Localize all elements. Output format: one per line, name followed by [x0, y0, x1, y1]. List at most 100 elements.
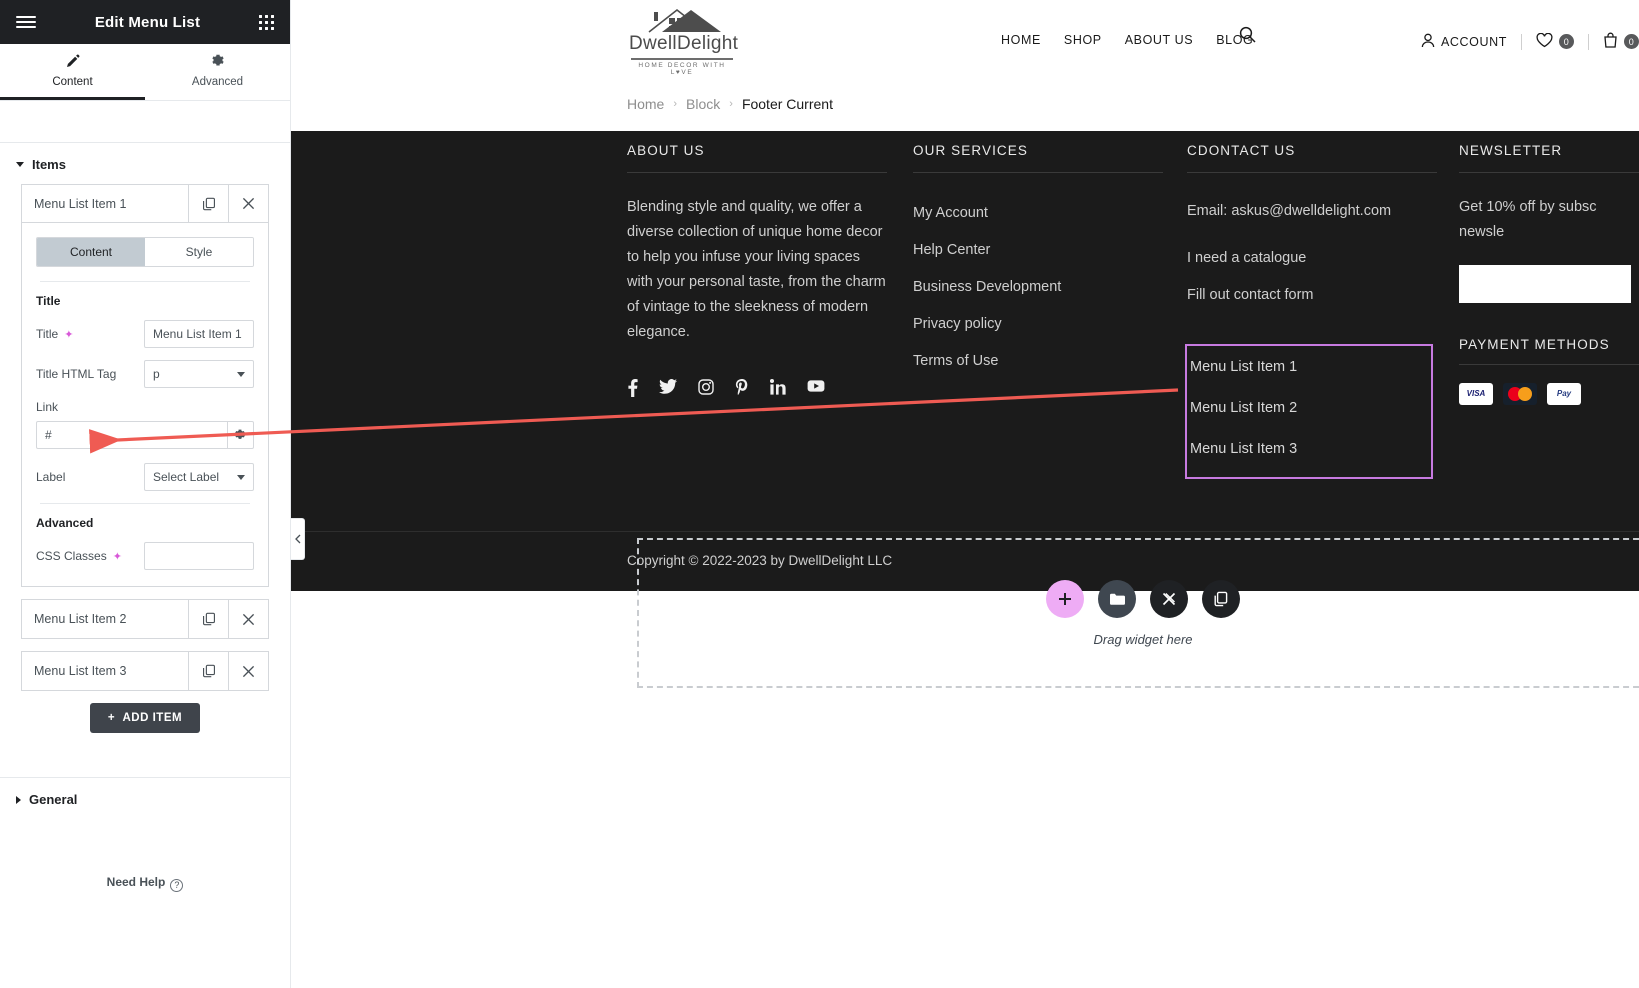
close-icon[interactable] [228, 185, 268, 222]
social-links [627, 378, 887, 397]
section-general-label: General [29, 792, 78, 807]
grid-apps-icon[interactable] [258, 14, 274, 30]
cart-button[interactable]: 0 [1603, 32, 1639, 51]
gear-icon [145, 54, 290, 70]
panel-collapse-handle[interactable] [291, 518, 305, 560]
section-items-label: Items [32, 157, 66, 172]
css-classes-input[interactable] [144, 542, 254, 570]
duplicate-icon[interactable] [188, 600, 228, 638]
link-input[interactable] [36, 421, 228, 449]
title-input[interactable] [144, 320, 254, 348]
footer-link-help-center[interactable]: Help Center [913, 242, 1163, 258]
html-tag-value: p [153, 367, 160, 381]
widget-dropzone[interactable]: Drag widget here [637, 538, 1639, 688]
menu-list-widget-selected[interactable]: Menu List Item 1 Menu List Item 2 Menu L… [1185, 344, 1433, 479]
subtab-content[interactable]: Content [37, 238, 145, 266]
panel-body: Items Menu List Item 1 Content Style Tit… [0, 143, 290, 988]
youtube-icon[interactable] [807, 379, 825, 397]
nav-item-home[interactable]: HOME [1001, 33, 1041, 47]
html-tag-select[interactable]: p [144, 360, 254, 388]
breadcrumb-item-home[interactable]: Home [627, 96, 664, 112]
linkedin-icon[interactable] [770, 378, 786, 397]
items-repeater: Menu List Item 1 Content Style Title Tit… [0, 184, 290, 743]
close-icon[interactable] [228, 652, 268, 690]
add-element-button[interactable] [1046, 579, 1084, 618]
account-label: ACCOUNT [1440, 34, 1507, 49]
menu-list-item-3[interactable]: Menu List Item 3 [1187, 437, 1431, 457]
hamburger-icon[interactable] [16, 16, 36, 28]
pencil-icon [0, 54, 145, 70]
ai-sparkle-icon[interactable]: ✦ [64, 328, 73, 341]
site-header: DwellDelight HOME DECOR WITH L♥VE HOME S… [291, 0, 1639, 83]
label-select-value: Select Label [153, 470, 220, 484]
control-link [36, 421, 254, 449]
newsletter-email-input[interactable] [1459, 264, 1631, 303]
logo-rule [631, 57, 733, 60]
footer-link-privacy-policy[interactable]: Privacy policy [913, 316, 1163, 332]
ai-generate-button[interactable] [1150, 579, 1188, 618]
twitter-icon[interactable] [659, 378, 677, 397]
close-icon[interactable] [228, 600, 268, 638]
dropzone-label: Drag widget here [1093, 631, 1193, 647]
pinterest-icon[interactable] [735, 378, 749, 397]
repeater-item-3-label: Menu List Item 3 [34, 664, 127, 678]
wishlist-button[interactable]: 0 [1536, 32, 1574, 51]
need-help-link[interactable]: Need Help? [0, 867, 290, 892]
logo-name: DwellDelight [629, 33, 739, 54]
site-logo[interactable]: DwellDelight HOME DECOR WITH L♥VE [629, 8, 739, 76]
repeater-item-3-header[interactable]: Menu List Item 3 [22, 652, 268, 690]
repeater-item-2-header[interactable]: Menu List Item 2 [22, 600, 268, 638]
panel-toolbar-spacer [0, 101, 290, 143]
menu-list-item-1[interactable]: Menu List Item 1 [1187, 355, 1431, 375]
logo-tagline: HOME DECOR WITH L♥VE [638, 61, 726, 76]
tab-content-label: Content [52, 76, 93, 88]
breadcrumb-item-block[interactable]: Block [686, 96, 720, 112]
menu-list-item-2[interactable]: Menu List Item 2 [1187, 396, 1431, 416]
visa-icon: VISA [1459, 382, 1493, 405]
section-items-header[interactable]: Items [0, 143, 290, 184]
heart-icon [1536, 32, 1553, 51]
label-select[interactable]: Select Label [144, 463, 254, 491]
chevron-down-icon [237, 474, 245, 480]
folder-template-button[interactable] [1098, 579, 1136, 618]
breadcrumb-separator: › [673, 98, 678, 110]
footer-link-contact-form[interactable]: Fill out contact form [1187, 287, 1437, 303]
link-options-gear-icon[interactable] [227, 421, 254, 449]
repeater-item-1-header[interactable]: Menu List Item 1 [22, 185, 268, 223]
subtab-style[interactable]: Style [145, 238, 253, 266]
footer-heading-about: ABOUT US [627, 143, 887, 173]
chevron-right-icon [16, 795, 21, 804]
nav-item-about-us[interactable]: ABOUT US [1125, 33, 1193, 47]
footer-link-my-account[interactable]: My Account [913, 205, 1163, 221]
footer-link-catalogue[interactable]: I need a catalogue [1187, 250, 1437, 266]
group-advanced-label: Advanced [36, 516, 94, 530]
question-circle-icon: ? [170, 878, 184, 892]
duplicate-icon[interactable] [188, 185, 228, 222]
site-preview: DwellDelight HOME DECOR WITH L♥VE HOME S… [291, 0, 1639, 988]
footer-link-terms-of-use[interactable]: Terms of Use [913, 353, 1163, 369]
account-button[interactable]: ACCOUNT [1421, 33, 1507, 51]
repeater-item-2-label: Menu List Item 2 [34, 612, 127, 626]
breadcrumb: Home › Block › Footer Current [627, 96, 833, 112]
control-link-label: Link [36, 400, 59, 414]
control-title-html-tag: Title HTML Tag p [36, 360, 254, 388]
house-logo-icon [629, 8, 735, 34]
section-general-header[interactable]: General [0, 778, 290, 819]
add-item-button[interactable]: + ADD ITEM [89, 703, 201, 733]
item-subtabs: Content Style [36, 237, 254, 267]
ai-sparkle-icon[interactable]: ✦ [113, 550, 122, 563]
duplicate-icon[interactable] [188, 652, 228, 690]
paste-button[interactable] [1202, 579, 1240, 618]
tab-content[interactable]: Content [0, 44, 145, 100]
search-icon[interactable] [1239, 26, 1256, 48]
nav-item-shop[interactable]: SHOP [1064, 33, 1102, 47]
footer-heading-payment: PAYMENT METHODS [1459, 337, 1639, 365]
footer-link-business-development[interactable]: Business Development [913, 279, 1163, 295]
main-nav: HOME SHOP ABOUT US BLOG [1001, 33, 1253, 47]
facebook-icon[interactable] [627, 378, 638, 397]
panel-tabs: Content Advanced [0, 44, 290, 101]
newsletter-text: Get 10% off by subsc newsle [1459, 199, 1597, 240]
tab-advanced[interactable]: Advanced [145, 44, 290, 100]
panel-header: Edit Menu List [0, 0, 290, 44]
instagram-icon[interactable] [698, 378, 714, 397]
